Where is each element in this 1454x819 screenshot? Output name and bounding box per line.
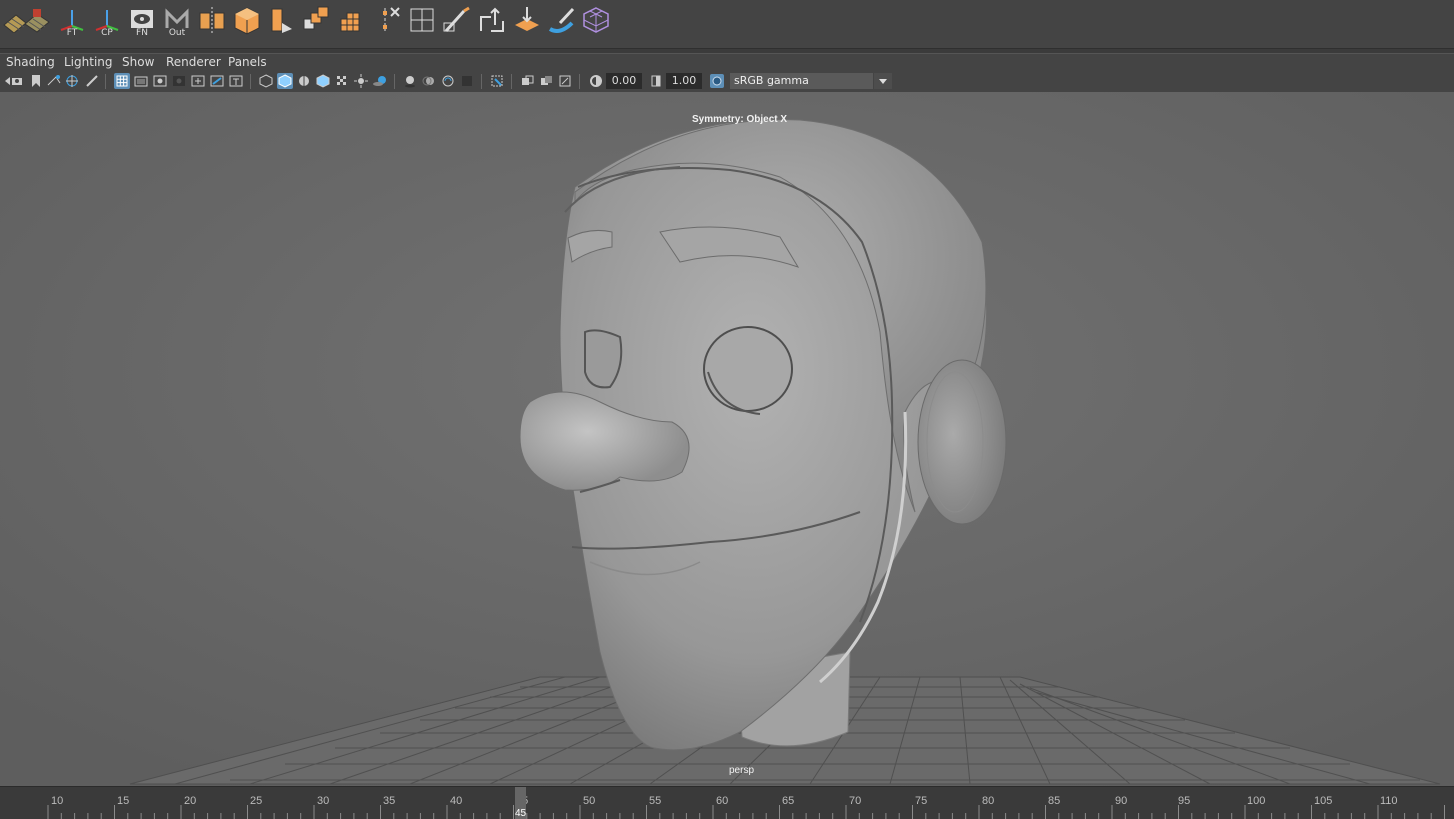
xray-active-icon[interactable] bbox=[538, 73, 554, 89]
frame-tick-label: 70 bbox=[849, 795, 862, 807]
frame-tick-label: 95 bbox=[1178, 795, 1191, 807]
frame-tick-label: 65 bbox=[782, 795, 795, 807]
freeze-normals-icon[interactable]: FN bbox=[127, 4, 157, 38]
grease-pencil-icon[interactable] bbox=[84, 73, 100, 89]
textured-icon[interactable] bbox=[315, 73, 331, 89]
frame-tick-label: 100 bbox=[1247, 795, 1266, 807]
2d-pan-zoom-icon[interactable] bbox=[64, 73, 80, 89]
shelf-caption: CP bbox=[101, 28, 113, 38]
panel-menu-bar: Shading Lighting Show Renderer Panels bbox=[0, 54, 1454, 71]
wireframe-on-shaded-icon[interactable] bbox=[296, 73, 312, 89]
menu-show[interactable]: Show bbox=[122, 55, 154, 69]
motion-blur-icon[interactable] bbox=[421, 73, 437, 89]
symmetry-label: Symmetry: Object X bbox=[692, 114, 788, 125]
color-management-icon[interactable] bbox=[709, 73, 725, 89]
eye-socket-right bbox=[703, 326, 793, 412]
resolution-gate-icon[interactable] bbox=[152, 73, 168, 89]
safe-action-icon[interactable] bbox=[209, 73, 225, 89]
panel-toolbar: 0.00 1.00 sRGB gamma bbox=[0, 71, 1454, 92]
safe-title-icon[interactable] bbox=[228, 73, 244, 89]
eye-socket-left bbox=[584, 329, 623, 389]
frame-tick-label: 85 bbox=[1048, 795, 1061, 807]
field-chart-icon[interactable] bbox=[190, 73, 206, 89]
menu-renderer[interactable]: Renderer bbox=[166, 55, 221, 69]
frame-tick-label: 20 bbox=[184, 795, 197, 807]
frame-tick-label: 30 bbox=[317, 795, 330, 807]
exposure-icon[interactable] bbox=[588, 73, 604, 89]
shadows-icon[interactable] bbox=[372, 73, 388, 89]
viewport-persp[interactable]: Symmetry: Object X persp bbox=[0, 92, 1454, 786]
screen-space-ao-icon[interactable] bbox=[402, 73, 418, 89]
frame-tick-label: 15 bbox=[117, 795, 130, 807]
anti-aliasing-icon[interactable] bbox=[440, 73, 456, 89]
divider bbox=[394, 74, 395, 89]
lattice-icon[interactable] bbox=[581, 4, 611, 36]
view-transform-dropdown[interactable]: sRGB gamma bbox=[730, 73, 892, 89]
frame-tick-label: 55 bbox=[649, 795, 662, 807]
combine-icon[interactable] bbox=[301, 4, 331, 36]
grid-mesh-icon[interactable] bbox=[336, 4, 366, 36]
multi-cut-icon[interactable] bbox=[407, 4, 437, 36]
grid-toggle-icon[interactable] bbox=[114, 73, 130, 89]
gamma-icon[interactable] bbox=[648, 73, 664, 89]
bridge-icon[interactable] bbox=[477, 4, 507, 36]
gamma-field[interactable]: 1.00 bbox=[666, 73, 702, 89]
wireframe-icon[interactable] bbox=[258, 73, 274, 89]
backface-culling-icon[interactable] bbox=[557, 73, 573, 89]
current-frame-label: 45 bbox=[515, 808, 527, 819]
isolate-select-icon[interactable] bbox=[489, 73, 505, 89]
mirror-cut-icon[interactable] bbox=[197, 4, 227, 36]
ear bbox=[917, 359, 1007, 525]
uv-layout-icon[interactable] bbox=[22, 4, 52, 36]
frame-tick-label: 25 bbox=[250, 795, 263, 807]
frame-tick-label: 40 bbox=[450, 795, 463, 807]
time-slider[interactable]: 10 15 20 25 30 35 40 45 50 55 60 65 70 7… bbox=[0, 786, 1454, 819]
shelf-toolbar: FT CP FN Out bbox=[0, 0, 1454, 49]
image-plane-icon[interactable] bbox=[46, 73, 62, 89]
sculpt-brush-icon[interactable] bbox=[546, 4, 576, 36]
gate-mask-icon[interactable] bbox=[171, 73, 187, 89]
delete-edge-icon[interactable] bbox=[375, 4, 405, 36]
depth-of-field-icon[interactable] bbox=[459, 73, 475, 89]
cube-icon[interactable] bbox=[232, 4, 262, 36]
frame-tick-label: 80 bbox=[982, 795, 995, 807]
viewport-scene bbox=[0, 92, 1454, 786]
frame-tick-label: 50 bbox=[583, 795, 596, 807]
shelf-caption: FN bbox=[136, 28, 148, 38]
divider bbox=[105, 74, 106, 89]
frame-tick-label: 75 bbox=[915, 795, 928, 807]
divider bbox=[579, 74, 580, 89]
divider bbox=[250, 74, 251, 89]
target-weld-icon[interactable] bbox=[512, 4, 542, 36]
shelf-caption: FT bbox=[66, 28, 78, 38]
menu-panels[interactable]: Panels bbox=[228, 55, 267, 69]
freeze-transform-icon[interactable]: FT bbox=[57, 4, 87, 38]
frame-tick-label: 105 bbox=[1314, 795, 1333, 807]
center-pivot-icon[interactable]: CP bbox=[92, 4, 122, 38]
shelf-caption: Out bbox=[168, 28, 186, 38]
use-all-lights-icon[interactable] bbox=[353, 73, 369, 89]
chevron-down-icon bbox=[873, 73, 892, 89]
camera-attributes-icon[interactable] bbox=[10, 73, 26, 89]
menu-shading[interactable]: Shading bbox=[6, 55, 55, 69]
frame-tick-label: 10 bbox=[51, 795, 64, 807]
divider bbox=[481, 74, 482, 89]
smooth-shade-icon[interactable] bbox=[277, 73, 293, 89]
frame-tick-label: 60 bbox=[716, 795, 729, 807]
xray-joints-icon[interactable] bbox=[519, 73, 535, 89]
outliner-icon[interactable]: Out bbox=[162, 4, 192, 38]
extrude-icon[interactable] bbox=[266, 4, 296, 36]
xray-icon[interactable] bbox=[334, 73, 350, 89]
divider bbox=[511, 74, 512, 89]
knife-icon[interactable] bbox=[442, 4, 472, 36]
camera-label: persp bbox=[729, 765, 755, 776]
frame-tick-label: 35 bbox=[383, 795, 396, 807]
film-gate-icon[interactable] bbox=[133, 73, 149, 89]
frame-tick-label: 110 bbox=[1380, 795, 1398, 807]
menu-lighting[interactable]: Lighting bbox=[64, 55, 113, 69]
frame-tick-label: 90 bbox=[1115, 795, 1128, 807]
exposure-field[interactable]: 0.00 bbox=[606, 73, 642, 89]
view-transform-value: sRGB gamma bbox=[734, 74, 809, 87]
bookmark-icon[interactable] bbox=[28, 73, 44, 89]
